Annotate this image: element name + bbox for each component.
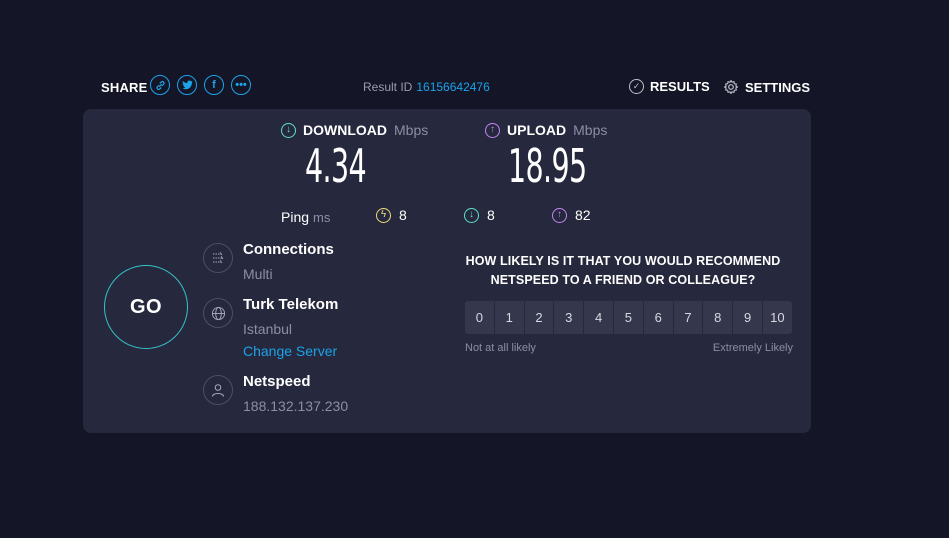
connections-icon <box>203 243 233 273</box>
ping-download-value: 8 <box>487 207 495 223</box>
scale-low-label: Not at all likely <box>465 342 536 354</box>
ping-text: Ping <box>281 209 310 225</box>
rating-button-2[interactable]: 2 <box>524 301 554 334</box>
survey-question-line1: HOW LIKELY IS IT THAT YOU WOULD RECOMMEN… <box>465 254 781 268</box>
ping-row: Ping ms ϟ 8 ↓ 8 ↑ 82 <box>281 207 621 227</box>
download-value: 4.34 <box>305 139 367 193</box>
rating-button-8[interactable]: 8 <box>703 301 733 334</box>
ping-download-icon: ↓ <box>464 207 479 223</box>
ping-upload-value: 82 <box>575 207 591 223</box>
twitter-icon[interactable] <box>177 75 197 95</box>
ping-unit: ms <box>313 210 331 225</box>
download-arrow-icon: ↓ <box>281 122 296 138</box>
server-location: Istanbul <box>243 321 293 337</box>
settings-label: SETTINGS <box>745 79 811 95</box>
survey-question-line2: NETSPEED TO A FRIEND OR COLLEAGUE? <box>490 273 756 287</box>
rating-button-7[interactable]: 7 <box>673 301 703 334</box>
upload-header: ↑ UPLOAD Mbps <box>485 122 607 138</box>
gear-icon <box>723 79 739 95</box>
ping-lightning-icon: ϟ <box>376 207 391 223</box>
facebook-icon[interactable]: f <box>204 75 224 95</box>
server-name: Turk Telekom <box>243 296 339 313</box>
more-icon[interactable]: ••• <box>231 75 251 95</box>
provider-ip: 188.132.137.230 <box>243 398 349 414</box>
top-bar: SHARE f ••• Result ID 16156642476 ✓ RESUL… <box>101 74 810 100</box>
results-link[interactable]: ✓ RESULTS <box>629 79 710 94</box>
provider-name: Netspeed <box>243 373 311 390</box>
upload-value: 18.95 <box>508 139 587 193</box>
rating-button-1[interactable]: 1 <box>494 301 524 334</box>
connections-title: Connections <box>243 241 334 258</box>
download-header: ↓ DOWNLOAD Mbps <box>281 122 428 138</box>
check-circle-icon: ✓ <box>629 79 644 94</box>
change-server-link[interactable]: Change Server <box>243 343 337 359</box>
globe-icon <box>203 298 233 328</box>
rating-button-4[interactable]: 4 <box>584 301 613 334</box>
ping-upload-icon: ↑ <box>552 207 567 223</box>
ping-idle-value: 8 <box>399 207 407 223</box>
upload-unit: Mbps <box>573 122 608 138</box>
ping-upload: ↑ 82 <box>552 207 591 223</box>
ping-idle: ϟ 8 <box>376 207 407 223</box>
ping-download: ↓ 8 <box>464 207 495 223</box>
rating-button-0[interactable]: 0 <box>465 301 494 334</box>
ping-label: Ping ms <box>281 209 330 225</box>
upload-arrow-icon: ↑ <box>485 122 500 138</box>
rating-button-5[interactable]: 5 <box>613 301 643 334</box>
share-label: SHARE <box>101 80 148 95</box>
result-id: Result ID 16156642476 <box>363 80 490 94</box>
rating-button-10[interactable]: 10 <box>762 301 792 334</box>
result-id-label: Result ID <box>363 80 413 94</box>
go-button[interactable]: GO <box>104 265 188 349</box>
rating-button-9[interactable]: 9 <box>733 301 762 334</box>
results-label: RESULTS <box>650 79 710 94</box>
speed-test-panel: ↓ DOWNLOAD Mbps 4.34 ↑ UPLOAD Mbps 18.95… <box>83 109 811 433</box>
result-id-value[interactable]: 16156642476 <box>416 80 489 94</box>
user-icon <box>203 375 233 405</box>
link-icon[interactable] <box>150 75 170 95</box>
download-unit: Mbps <box>394 122 429 138</box>
scale-high-label: Extremely Likely <box>712 342 793 354</box>
survey-question: HOW LIKELY IS IT THAT YOU WOULD RECOMMEN… <box>455 252 791 290</box>
download-label: DOWNLOAD <box>303 122 387 138</box>
upload-label: UPLOAD <box>507 122 567 138</box>
rating-scale: 0 1 2 3 4 5 6 7 8 9 10 <box>465 301 792 334</box>
connections-value: Multi <box>243 266 273 282</box>
rating-button-6[interactable]: 6 <box>643 301 673 334</box>
settings-link[interactable]: SETTINGS <box>723 79 810 95</box>
rating-button-3[interactable]: 3 <box>554 301 584 334</box>
